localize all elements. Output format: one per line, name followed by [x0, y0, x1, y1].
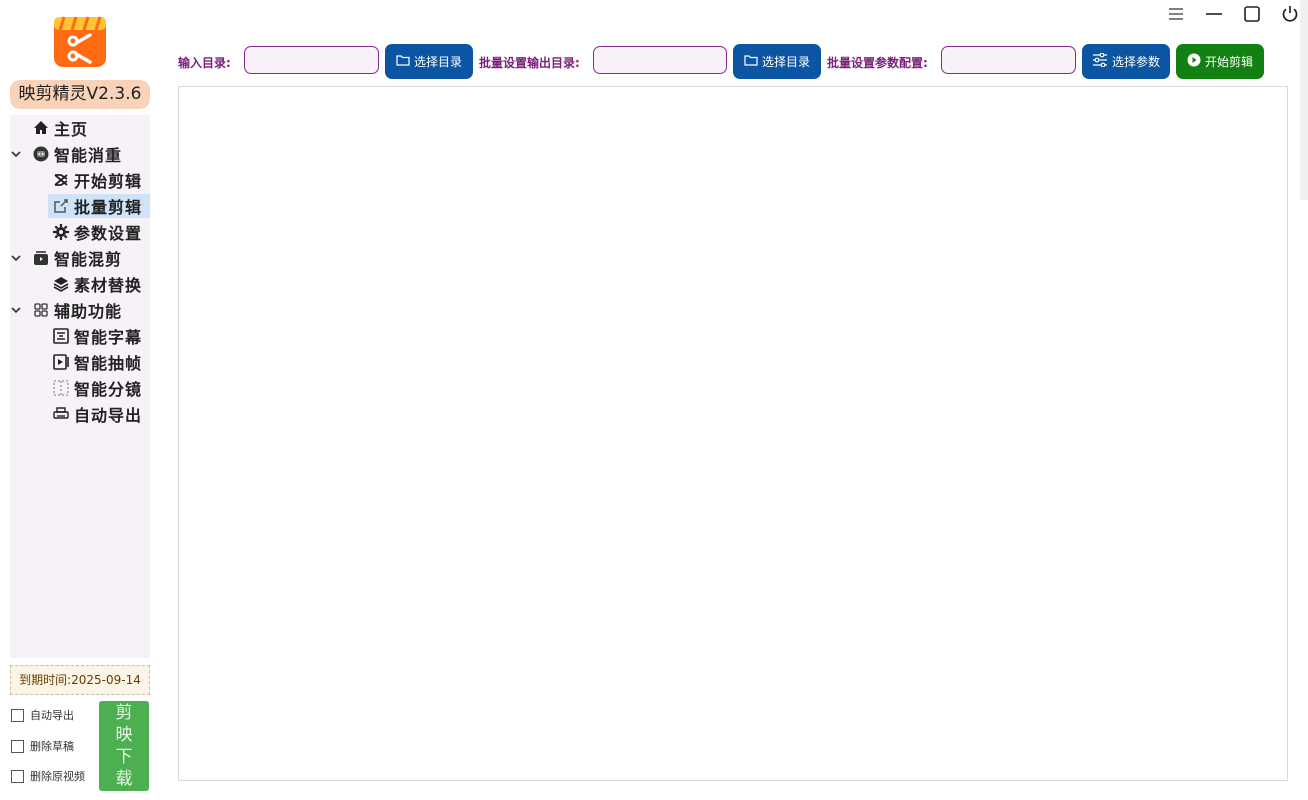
- checkbox-box[interactable]: [11, 739, 24, 753]
- layers-icon: [52, 275, 70, 293]
- sidebar-item-smart-subtitle[interactable]: 智能字幕: [52, 324, 142, 348]
- checkbox-box[interactable]: [11, 708, 24, 722]
- sidebar-item-label: 自动导出: [74, 406, 143, 425]
- printer-icon: [52, 405, 70, 423]
- sidebar-item-start-edit[interactable]: 开始剪辑: [52, 168, 142, 192]
- share-icon: [52, 197, 70, 215]
- auto-export-checkbox[interactable]: 自动导出: [11, 707, 74, 723]
- button-label: 开始剪辑: [1204, 55, 1253, 69]
- sidebar-item-label: 主页: [54, 120, 89, 139]
- sidebar-item-label: 素材替换: [74, 276, 143, 295]
- folder-icon: [396, 54, 410, 69]
- jianying-download-button[interactable]: 剪 映 下 载: [99, 701, 149, 791]
- minimize-icon[interactable]: [1204, 4, 1224, 24]
- sidebar-item-param-settings[interactable]: 参数设置: [52, 220, 142, 244]
- sidebar-item-label: 参数设置: [74, 224, 143, 243]
- sidebar-group-dedup[interactable]: 智能消重: [11, 142, 123, 166]
- expire-date: 到期时间:2025-09-14: [10, 665, 150, 695]
- sidebar-item-smart-frame[interactable]: 智能抽帧: [52, 350, 142, 374]
- input-dir-field[interactable]: [244, 46, 379, 74]
- sidebar-item-material-replace[interactable]: 素材替换: [52, 272, 142, 296]
- window-controls: [1166, 4, 1300, 24]
- input-dir-label: 输入目录:: [178, 56, 231, 70]
- download-char: 映: [115, 725, 133, 745]
- robot-icon: [32, 145, 50, 163]
- button-label: 选择目录: [413, 55, 462, 69]
- sidebar-item-smart-scene[interactable]: 智能分镜: [52, 376, 142, 400]
- sidebar-group-mix[interactable]: 智能混剪: [11, 246, 123, 270]
- sidebar-item-label: 智能抽帧: [74, 354, 143, 373]
- download-char: 下: [115, 747, 133, 767]
- button-label: 选择参数: [1111, 55, 1160, 69]
- start-edit-button[interactable]: 开始剪辑: [1176, 44, 1264, 79]
- checkbox-label: 自动导出: [30, 709, 74, 722]
- sidebar-item-auto-export[interactable]: 自动导出: [52, 402, 142, 426]
- param-config-field[interactable]: [941, 46, 1076, 74]
- select-params-button[interactable]: 选择参数: [1082, 44, 1170, 79]
- version-badge: 映剪精灵V2.3.6: [10, 80, 150, 109]
- sidebar-item-label: 开始剪辑: [74, 172, 143, 191]
- sidebar-item-label: 批量剪辑: [74, 198, 143, 217]
- checkbox-label: 删除原视频: [30, 770, 85, 783]
- sidebar-item-label: 智能消重: [54, 146, 123, 165]
- select-input-dir-button[interactable]: 选择目录: [385, 44, 473, 79]
- capcut-icon: [52, 171, 70, 189]
- page-scrollbar[interactable]: [1300, 0, 1308, 200]
- sidebar-item-label: 智能字幕: [74, 328, 143, 347]
- button-label: 选择目录: [761, 55, 810, 69]
- sidebar-group-aux[interactable]: 辅助功能: [11, 298, 123, 322]
- sidebar-item-batch-edit[interactable]: 批量剪辑: [48, 194, 150, 218]
- download-char: 剪: [115, 703, 133, 723]
- chevron-down-icon[interactable]: [10, 148, 22, 160]
- sidebar-item-label: 智能分镜: [74, 380, 143, 399]
- power-icon[interactable]: [1280, 4, 1300, 24]
- param-config-label: 批量设置参数配置:: [827, 56, 928, 70]
- chevron-down-icon[interactable]: [10, 252, 22, 264]
- app-logo: [54, 14, 106, 67]
- video-icon: [32, 249, 50, 267]
- maximize-icon[interactable]: [1242, 4, 1262, 24]
- home-icon: [32, 119, 50, 137]
- checkbox-label: 删除草稿: [30, 740, 74, 753]
- download-char: 载: [115, 769, 133, 789]
- gear-icon: [52, 223, 70, 241]
- sidebar-item-home[interactable]: 主页: [32, 116, 88, 140]
- output-dir-field[interactable]: [593, 46, 727, 74]
- batch-work-area: [178, 86, 1288, 781]
- chevron-down-icon[interactable]: [10, 304, 22, 316]
- sliders-icon: [1092, 52, 1108, 70]
- menu-icon[interactable]: [1166, 4, 1186, 24]
- delete-source-checkbox[interactable]: 删除原视频: [11, 768, 85, 784]
- folder-icon: [744, 54, 758, 69]
- output-dir-label: 批量设置输出目录:: [479, 56, 580, 70]
- play-frame-icon: [52, 353, 70, 371]
- checkbox-box[interactable]: [11, 769, 24, 783]
- delete-draft-checkbox[interactable]: 删除草稿: [11, 738, 74, 754]
- select-output-dir-button[interactable]: 选择目录: [733, 44, 821, 79]
- sidebar-item-label: 辅助功能: [54, 302, 123, 321]
- sidebar-item-label: 智能混剪: [54, 250, 123, 269]
- split-icon: [52, 379, 70, 397]
- subtitle-icon: [52, 327, 70, 345]
- play-circle-icon: [1187, 53, 1201, 70]
- grid-icon: [32, 301, 50, 319]
